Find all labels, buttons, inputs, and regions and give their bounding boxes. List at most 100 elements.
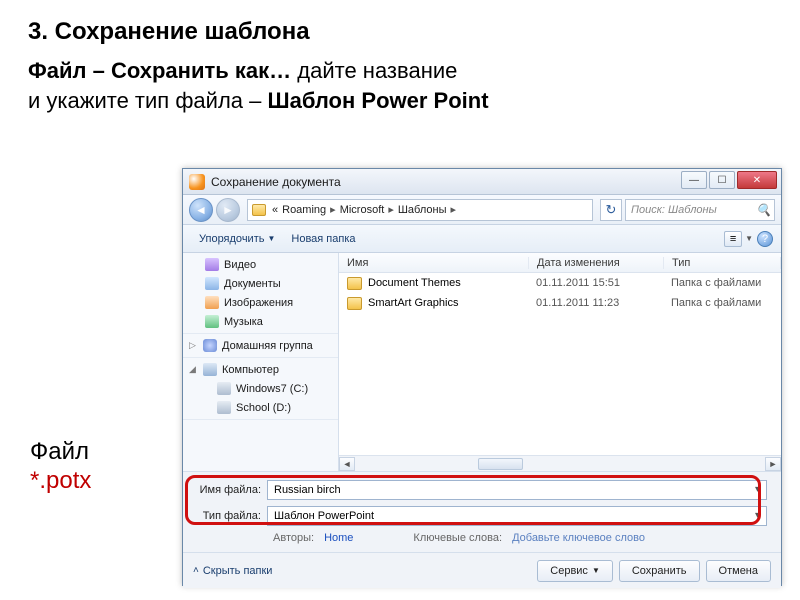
pictures-icon	[205, 296, 219, 309]
sidebar-item-drive-d[interactable]: School (D:)	[183, 398, 338, 417]
minimize-button[interactable]: —	[681, 171, 707, 189]
drive-icon	[217, 401, 231, 414]
new-folder-button[interactable]: Новая папка	[283, 230, 363, 248]
homegroup-icon	[203, 339, 217, 352]
sidebar-item-drive-c[interactable]: Windows7 (C:)	[183, 379, 338, 398]
sidebar-item-documents[interactable]: Документы	[183, 274, 338, 293]
col-date[interactable]: Дата изменения	[529, 257, 664, 269]
sidebar: Видео Документы Изображения Музыка ▷ Дома…	[183, 253, 339, 471]
file-list: Имя Дата изменения Тип Document Themes 0…	[339, 253, 781, 471]
filetype-label: Тип файла:	[197, 510, 267, 522]
crumb-2[interactable]: Шаблоны	[396, 204, 449, 216]
authors-value[interactable]: Home	[324, 532, 353, 544]
help-button[interactable]: ?	[757, 231, 773, 247]
organize-label: Упорядочить	[199, 233, 264, 245]
video-icon	[205, 258, 219, 271]
save-as-dialog: Сохранение документа — ☐ ✕ ◄ ► « Roaming…	[182, 168, 782, 586]
refresh-button[interactable]: ↻	[600, 199, 622, 221]
folder-icon	[252, 204, 266, 216]
file-ext: *.potx	[30, 467, 91, 494]
dialog-title: Сохранение документа	[211, 175, 341, 189]
list-item[interactable]: SmartArt Graphics 01.11.2011 11:23 Папка…	[339, 293, 781, 313]
scroll-left-button[interactable]: ◄	[339, 457, 355, 471]
scroll-track[interactable]	[355, 457, 765, 471]
crumb-prefix: «	[270, 204, 280, 216]
item-type: Папка с файлами	[671, 297, 761, 309]
back-button[interactable]: ◄	[189, 198, 213, 222]
sidebar-label: Windows7 (C:)	[236, 383, 308, 395]
bottom-bar: ˄ Скрыть папки Сервис ▼ Сохранить Отмена	[183, 552, 781, 588]
tools-button[interactable]: Сервис ▼	[537, 560, 613, 582]
chevron-down-icon: ▼	[267, 234, 275, 243]
computer-icon	[203, 363, 217, 376]
expand-icon: ▷	[189, 340, 196, 351]
maximize-button[interactable]: ☐	[709, 171, 735, 189]
sidebar-item-music[interactable]: Музыка	[183, 312, 338, 331]
save-button[interactable]: Сохранить	[619, 560, 700, 582]
keywords-label: Ключевые слова:	[413, 532, 502, 544]
crumb-0[interactable]: Roaming	[280, 204, 328, 216]
crumb-sep: ▸	[449, 203, 459, 216]
sidebar-item-computer[interactable]: ◢ Компьютер	[183, 360, 338, 379]
authors-label: Авторы:	[273, 532, 314, 544]
forward-button[interactable]: ►	[216, 198, 240, 222]
file-fields: Имя файла: Russian birch Тип файла: Шабл…	[183, 471, 781, 552]
documents-icon	[205, 277, 219, 290]
crumb-sep: ▸	[328, 203, 338, 216]
item-name: SmartArt Graphics	[368, 297, 536, 309]
file-word: Файл	[30, 438, 89, 465]
sidebar-label: School (D:)	[236, 402, 291, 414]
crumb-sep: ▸	[386, 203, 396, 216]
item-name: Document Themes	[368, 277, 536, 289]
search-placeholder: Поиск: Шаблоны	[631, 204, 717, 216]
sidebar-item-homegroup[interactable]: ▷ Домашняя группа	[183, 336, 338, 355]
tools-label: Сервис	[550, 565, 588, 577]
sidebar-item-pictures[interactable]: Изображения	[183, 293, 338, 312]
view-options-button[interactable]: ≡	[724, 231, 742, 247]
file-extension-label: Файл *.potx	[30, 438, 91, 496]
breadcrumb[interactable]: « Roaming ▸ Microsoft ▸ Шаблоны ▸	[247, 199, 593, 221]
sidebar-label: Музыка	[224, 316, 263, 328]
collapse-icon: ◢	[189, 364, 196, 375]
hide-folders-button[interactable]: ˄ Скрыть папки	[193, 565, 272, 577]
sidebar-label: Домашняя группа	[222, 340, 313, 352]
folder-icon	[347, 277, 362, 290]
col-name[interactable]: Имя	[339, 257, 529, 269]
folder-icon	[347, 297, 362, 310]
organize-button[interactable]: Упорядочить ▼	[191, 230, 283, 248]
filetype-select[interactable]: Шаблон PowerPoint	[267, 506, 767, 526]
chevron-down-icon: ▼	[592, 566, 600, 575]
search-icon: 🔍	[756, 203, 770, 217]
instr-bold-2: Шаблон Power Point	[267, 88, 488, 113]
instr-tail-1: дайте название	[291, 58, 457, 83]
crumb-1[interactable]: Microsoft	[338, 204, 387, 216]
toolbar: Упорядочить ▼ Новая папка ≡ ▼ ?	[183, 225, 781, 253]
search-input[interactable]: Поиск: Шаблоны 🔍	[625, 199, 775, 221]
sidebar-label: Документы	[224, 278, 281, 290]
close-button[interactable]: ✕	[737, 171, 777, 189]
scroll-thumb[interactable]	[478, 458, 523, 470]
slide-heading: 3. Сохранение шаблона	[0, 0, 800, 56]
sidebar-label: Компьютер	[222, 364, 279, 376]
sidebar-item-video[interactable]: Видео	[183, 255, 338, 274]
list-item[interactable]: Document Themes 01.11.2011 15:51 Папка с…	[339, 273, 781, 293]
horizontal-scrollbar[interactable]: ◄ ►	[339, 455, 781, 471]
chevron-up-icon: ˄	[193, 565, 199, 576]
item-date: 01.11.2011 11:23	[536, 297, 671, 309]
filename-label: Имя файла:	[197, 484, 267, 496]
music-icon	[205, 315, 219, 328]
item-type: Папка с файлами	[671, 277, 761, 289]
instr-bold-1: Файл – Сохранить как…	[28, 58, 291, 83]
titlebar[interactable]: Сохранение документа — ☐ ✕	[183, 169, 781, 195]
cancel-button[interactable]: Отмена	[706, 560, 771, 582]
keywords-value[interactable]: Добавьте ключевое слово	[512, 532, 645, 544]
scroll-right-button[interactable]: ►	[765, 457, 781, 471]
filename-input[interactable]: Russian birch	[267, 480, 767, 500]
col-type[interactable]: Тип	[664, 257, 781, 269]
hide-folders-label: Скрыть папки	[203, 565, 273, 577]
item-date: 01.11.2011 15:51	[536, 277, 671, 289]
slide-instruction: Файл – Сохранить как… дайте название и у…	[0, 56, 800, 115]
drive-icon	[217, 382, 231, 395]
nav-bar: ◄ ► « Roaming ▸ Microsoft ▸ Шаблоны ▸ ↻ …	[183, 195, 781, 225]
chevron-down-icon: ▼	[745, 234, 753, 243]
